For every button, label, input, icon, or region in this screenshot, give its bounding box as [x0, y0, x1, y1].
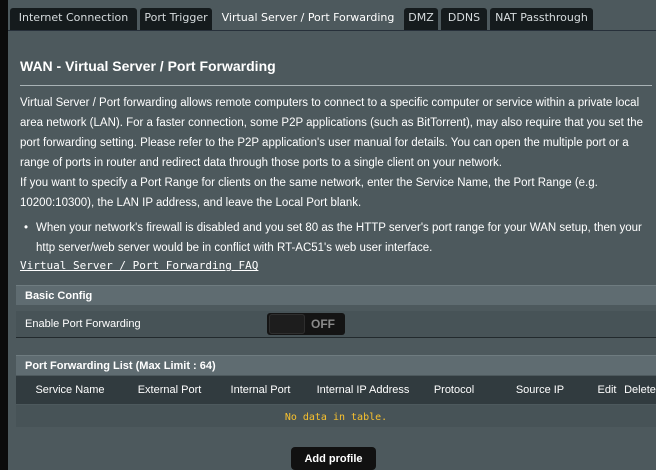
tab-divider [8, 30, 656, 31]
toggle-state-label: OFF [311, 317, 335, 331]
column-edit: Edit [597, 384, 617, 396]
table-header-row: Service Name External Port Internal Port… [16, 376, 656, 404]
column-service-name: Service Name [35, 384, 105, 396]
empty-table-message: No data in table. [284, 412, 388, 423]
basic-config-header: Basic Config [16, 285, 656, 305]
column-internal-port: Internal Port [230, 384, 291, 396]
note-bullet: • When your network's firewall is disabl… [20, 218, 656, 258]
enable-port-forwarding-toggle[interactable]: OFF [267, 313, 345, 335]
bullet-dot-icon: • [24, 222, 29, 234]
column-delete: Delete [624, 384, 656, 396]
enable-port-forwarding-row: Enable Port Forwarding OFF [16, 311, 656, 338]
toggle-knob [269, 314, 305, 334]
column-external-port: External Port [137, 384, 202, 396]
tab-nat-passthrough[interactable]: NAT Passthrough [490, 8, 593, 30]
faq-link[interactable]: Virtual Server / Port Forwarding FAQ [20, 259, 258, 272]
description-port-range-text: If you want to specify a Port Range for … [20, 177, 598, 209]
enable-port-forwarding-label: Enable Port Forwarding [25, 318, 141, 330]
tab-port-trigger[interactable]: Port Trigger [140, 8, 212, 30]
column-source-ip: Source IP [515, 384, 565, 396]
column-internal-ip: Internal IP Address [316, 384, 410, 396]
port-forwarding-list-header: Port Forwarding List (Max Limit : 64) [16, 355, 656, 375]
note-text: When your network's firewall is disabled… [36, 222, 642, 254]
page-description: Virtual Server / Port forwarding allows … [20, 93, 656, 213]
title-divider [20, 85, 652, 86]
add-profile-button[interactable]: Add profile [291, 447, 376, 470]
main-panel: Internet Connection Port Trigger Virtual… [8, 0, 656, 470]
column-protocol: Protocol [433, 384, 475, 396]
page-title: WAN - Virtual Server / Port Forwarding [20, 58, 276, 74]
tab-bar: Internet Connection Port Trigger Virtual… [8, 0, 656, 30]
table-row: No data in table. [16, 405, 656, 427]
tab-ddns[interactable]: DDNS [441, 8, 487, 30]
description-text: Virtual Server / Port forwarding allows … [20, 97, 643, 169]
tab-virtual-server[interactable]: Virtual Server / Port Forwarding [215, 6, 401, 30]
tab-dmz[interactable]: DMZ [404, 8, 438, 30]
tab-internet-connection[interactable]: Internet Connection [10, 8, 137, 30]
